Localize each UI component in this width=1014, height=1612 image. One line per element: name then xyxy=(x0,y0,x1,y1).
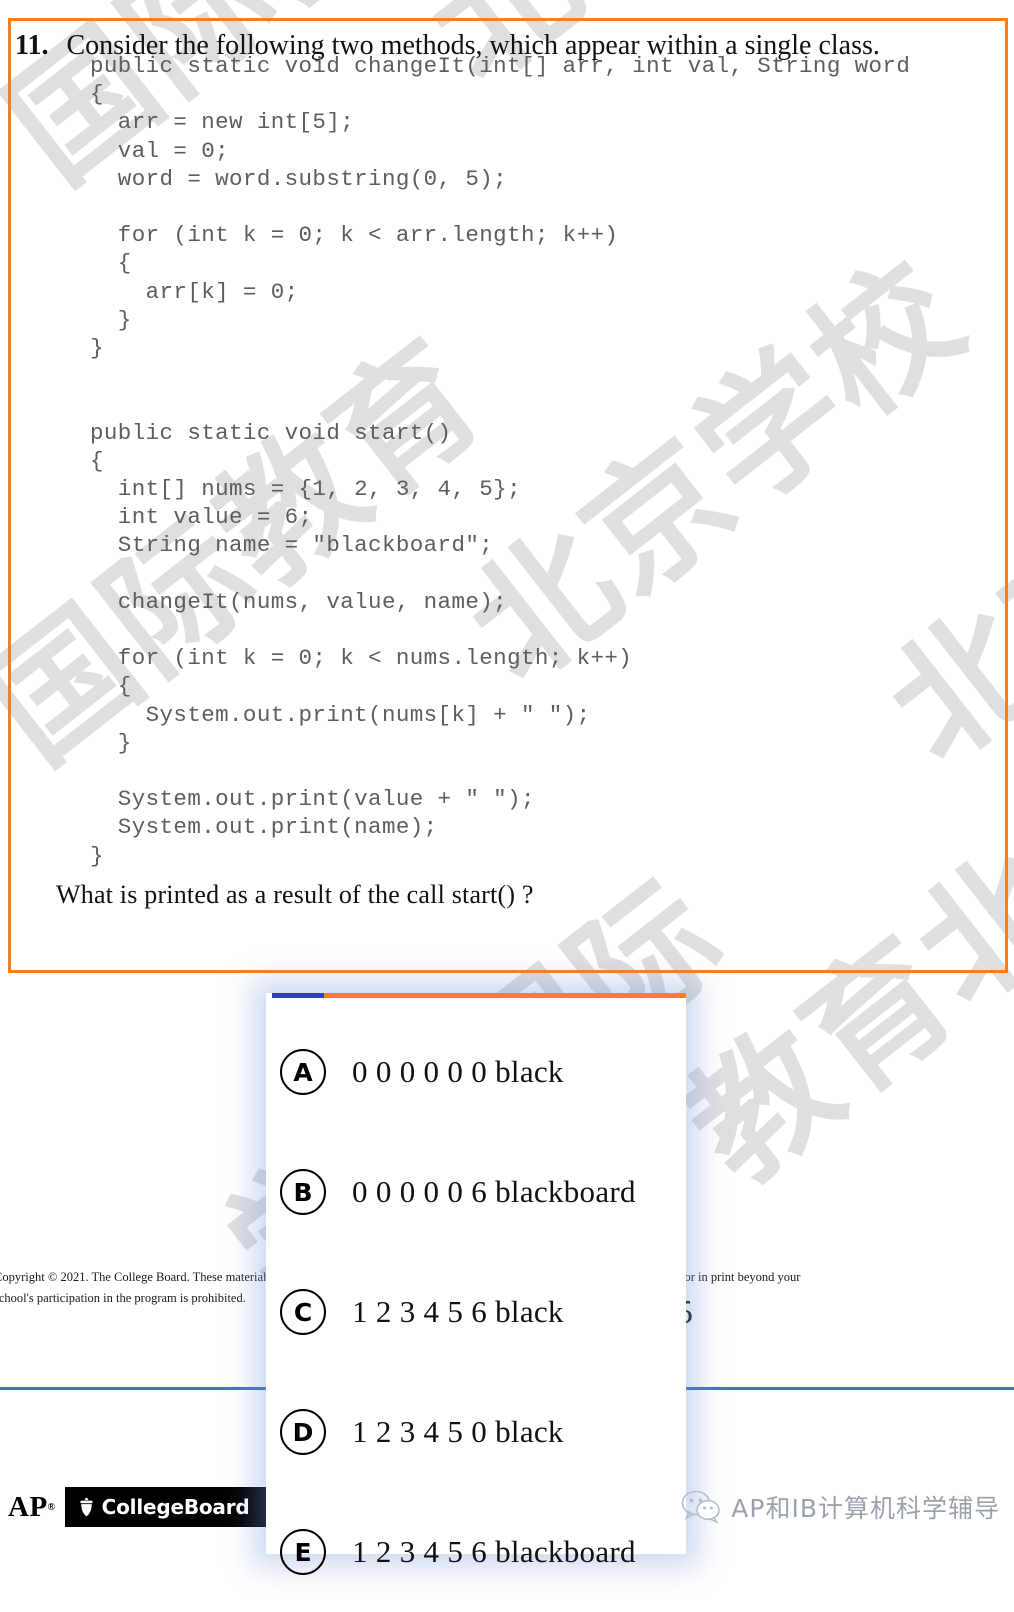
wechat-branding: AP和IB计算机科学辅导 xyxy=(681,1489,1000,1525)
answer-letter-badge: E xyxy=(280,1529,326,1575)
ap-collegeboard-logo: AP ® CollegeBoard xyxy=(0,1487,268,1527)
question-number: 11. xyxy=(15,30,49,61)
answer-choices-panel: A 0 0 0 0 0 0 black B 0 0 0 0 0 6 blackb… xyxy=(266,993,686,1575)
answer-option-e[interactable]: E 1 2 3 4 5 6 blackboard xyxy=(266,1492,686,1612)
answer-list: A 0 0 0 0 0 0 black B 0 0 0 0 0 6 blackb… xyxy=(266,998,686,1612)
answer-option-c[interactable]: C 1 2 3 4 5 6 black xyxy=(266,1252,686,1372)
answer-option-b[interactable]: B 0 0 0 0 0 6 blackboard xyxy=(266,1132,686,1252)
ap-logo-mark: AP ® xyxy=(0,1487,65,1527)
acorn-icon xyxy=(78,1497,95,1517)
answer-option-text: 1 2 3 4 5 6 black xyxy=(352,1294,564,1329)
answer-option-text: 1 2 3 4 5 6 blackboard xyxy=(352,1534,636,1569)
answer-letter-badge: C xyxy=(280,1289,326,1335)
answer-option-d[interactable]: D 1 2 3 4 5 0 black xyxy=(266,1372,686,1492)
answer-option-a[interactable]: A 0 0 0 0 0 0 black xyxy=(266,1012,686,1132)
answer-option-text: 0 0 0 0 0 6 blackboard xyxy=(352,1174,636,1209)
wechat-icon xyxy=(681,1490,721,1524)
collegeboard-logo: CollegeBoard xyxy=(64,1487,268,1527)
java-code-block: public static void changeIt(int[] arr, i… xyxy=(90,53,911,869)
wechat-account-name: AP和IB计算机科学辅导 xyxy=(731,1494,1000,1523)
answer-option-text: 1 2 3 4 5 0 black xyxy=(352,1414,564,1449)
collegeboard-logo-text: CollegeBoard xyxy=(101,1495,250,1519)
answer-letter-badge: A xyxy=(280,1049,326,1095)
answer-letter-badge: B xyxy=(280,1169,326,1215)
ap-logo-text: AP xyxy=(8,1490,48,1523)
answer-letter-badge: D xyxy=(280,1409,326,1455)
answer-option-text: 0 0 0 0 0 0 black xyxy=(352,1054,564,1089)
